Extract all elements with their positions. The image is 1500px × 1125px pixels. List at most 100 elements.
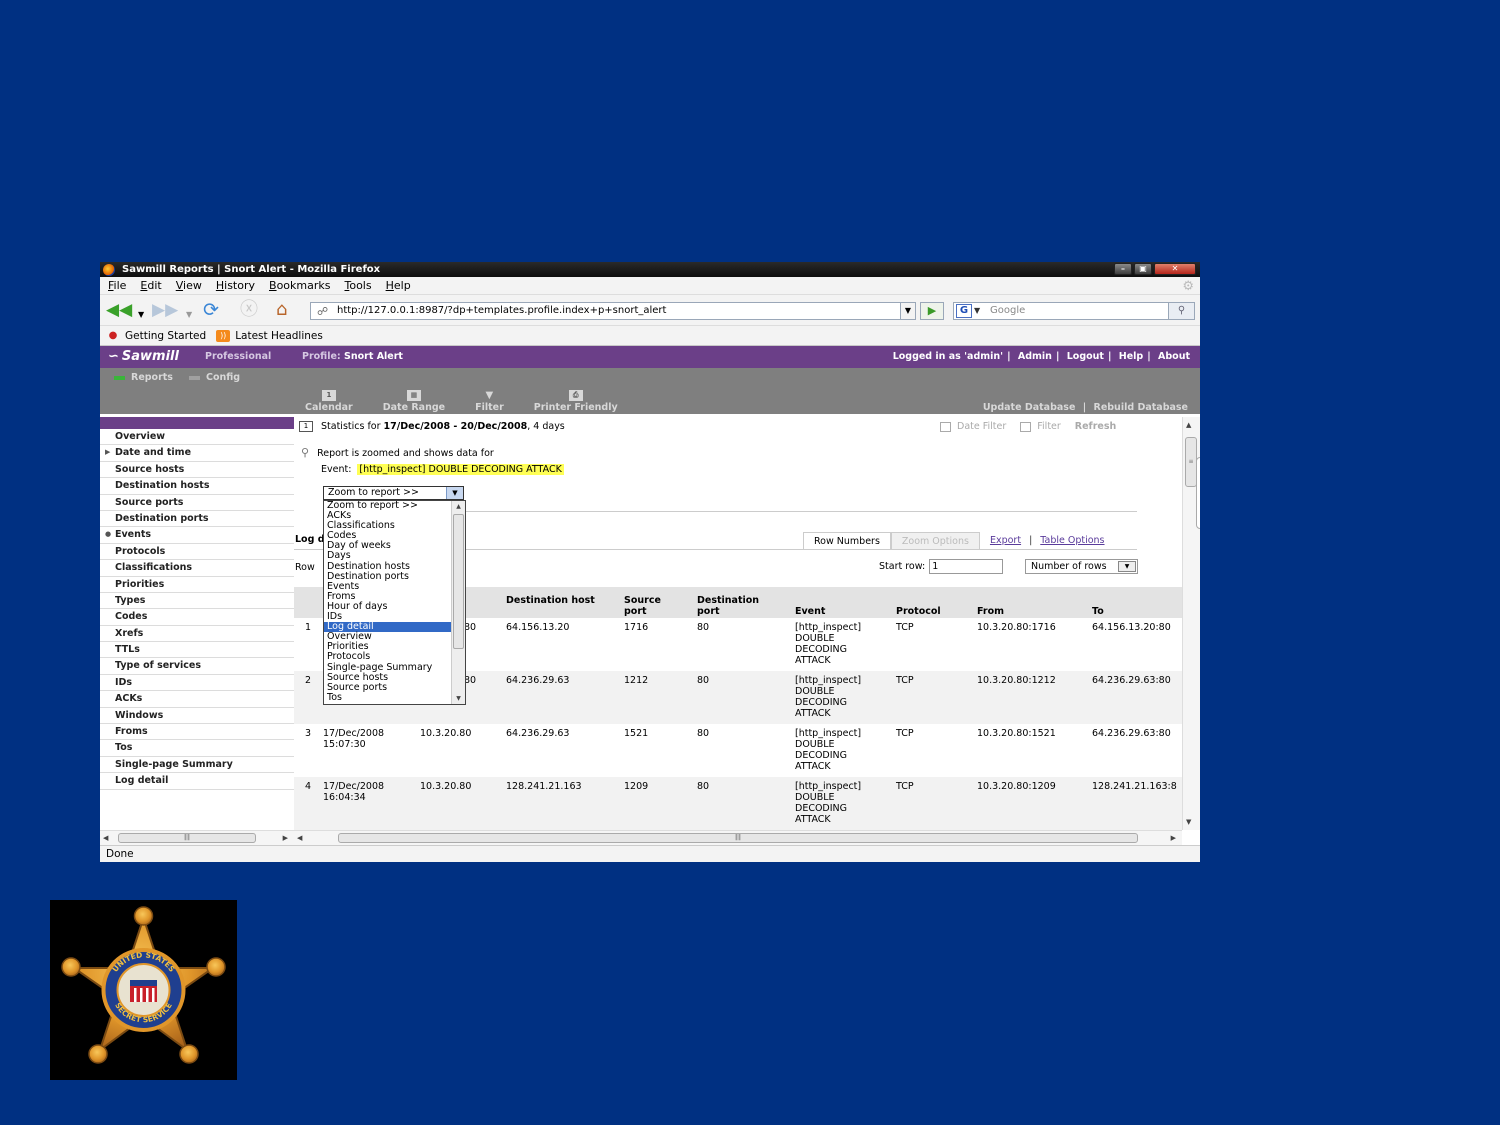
search-input[interactable]: G ▼ Google ⚲	[953, 302, 1195, 320]
scroll-right-icon[interactable]: ▶	[283, 834, 288, 842]
scroll-up-icon[interactable]: ▲	[1186, 421, 1191, 429]
search-icon[interactable]: ⚲	[1168, 303, 1194, 319]
update-database-link[interactable]: Update Database	[983, 402, 1076, 413]
sidebar-item-destination-hosts[interactable]: Destination hosts	[100, 478, 294, 495]
scroll-right-icon[interactable]: ▶	[1171, 834, 1176, 842]
tab-config[interactable]: Config	[188, 372, 240, 383]
scroll-down-icon[interactable]: ▼	[1186, 818, 1191, 826]
sidebar-item-destination-ports[interactable]: Destination ports	[100, 511, 294, 528]
back-history-dropdown-icon[interactable]: ▼	[138, 306, 144, 324]
sidebar-item-single-page-summary[interactable]: Single-page Summary	[100, 757, 294, 774]
sidebar-item-source-ports[interactable]: Source ports	[100, 495, 294, 511]
menu-history[interactable]: History	[216, 279, 255, 292]
engine-dropdown-icon[interactable]: ▼	[974, 303, 980, 319]
filter-checkbox[interactable]	[1020, 421, 1032, 432]
content-scroll-thumb[interactable]: ‖‖	[338, 833, 1138, 843]
zoom-option[interactable]: Source ports	[324, 682, 451, 693]
column-event[interactable]: Event	[795, 606, 825, 617]
go-arrow-icon[interactable]: ▶	[920, 302, 944, 320]
logout-link[interactable]: Logout	[1067, 351, 1104, 362]
zoom-select[interactable]: Zoom to report >> ▼	[323, 486, 464, 500]
menu-help[interactable]: Help	[386, 279, 411, 292]
filter-button[interactable]: ▼ Filter	[475, 390, 504, 413]
column-source-port[interactable]: Source port	[624, 595, 674, 617]
page-vertical-scrollbar[interactable]: ▲ ≡ ▼	[1182, 417, 1200, 830]
sidebar-item-ttls[interactable]: TTLs	[100, 642, 294, 659]
scroll-down-icon[interactable]: ▼	[452, 693, 465, 704]
stop-icon[interactable]: ⓧ	[240, 301, 258, 319]
menu-file[interactable]: File	[108, 279, 126, 292]
url-history-dropdown-icon[interactable]: ▼	[900, 302, 916, 320]
rebuild-database-link[interactable]: Rebuild Database	[1094, 402, 1189, 413]
column-to[interactable]: To	[1092, 606, 1104, 617]
sidebar-item-protocols[interactable]: Protocols	[100, 544, 294, 561]
sidebar-horizontal-scrollbar[interactable]: ◀ ‖‖ ▶	[100, 830, 294, 845]
sidebar-item-acks[interactable]: ACKs	[100, 691, 294, 708]
menu-tools[interactable]: Tools	[344, 279, 371, 292]
sidebar-item-type-of-services[interactable]: Type of services	[100, 658, 294, 675]
reload-icon[interactable]: ⟳	[203, 301, 219, 320]
tab-row-numbers[interactable]: Row Numbers	[803, 532, 891, 549]
sidebar-item-tos[interactable]: Tos	[100, 740, 294, 757]
sidebar-item-log-detail[interactable]: Log detail	[100, 773, 294, 790]
table-options-link[interactable]: Table Options	[1040, 535, 1104, 546]
column-from[interactable]: From	[977, 606, 1004, 617]
date-range-button[interactable]: ▦ Date Range	[383, 390, 445, 413]
forward-history-dropdown-icon[interactable]: ▼	[186, 306, 192, 324]
back-arrow-icon[interactable]: ◀◀	[106, 301, 132, 319]
forward-arrow-icon[interactable]: ▶▶	[152, 301, 178, 319]
refresh-button[interactable]: Refresh	[1075, 421, 1116, 432]
menu-view[interactable]: View	[176, 279, 202, 292]
start-row-input[interactable]: 1	[929, 559, 1004, 574]
sidebar-item-date-and-time[interactable]: ▶ Date and time	[100, 445, 294, 462]
table-row[interactable]: 3 17/Dec/2008 10.3.20.80 64.236.29.63 1521 80…	[294, 724, 1182, 777]
column-destination-host[interactable]: Destination host	[506, 595, 596, 606]
scroll-up-icon[interactable]: ▲	[452, 501, 465, 512]
number-of-rows-select[interactable]: Number of rows ▼	[1025, 559, 1138, 574]
sidebar-item-xrefs[interactable]: Xrefs	[100, 626, 294, 643]
dropdown-scrollbar[interactable]: ▲ ▼	[451, 501, 465, 704]
sidebar-item-priorities[interactable]: Priorities	[100, 577, 294, 593]
menu-edit[interactable]: Edit	[140, 279, 161, 292]
sidebar-scroll-thumb[interactable]: ‖‖	[118, 833, 256, 843]
scroll-left-icon[interactable]: ◀	[297, 834, 302, 842]
sidebar-item-source-hosts[interactable]: Source hosts	[100, 462, 294, 479]
admin-link[interactable]: Admin	[1018, 351, 1052, 362]
help-link[interactable]: Help	[1119, 351, 1143, 362]
sawmill-logo[interactable]: ∽ Sawmill	[108, 346, 179, 368]
sidebar-item-classifications[interactable]: Classifications	[100, 560, 294, 577]
zoom-option[interactable]: Tos	[324, 692, 451, 703]
calendar-button[interactable]: 1 Calendar	[305, 390, 353, 413]
home-icon[interactable]: ⌂	[276, 301, 287, 319]
content-horizontal-scrollbar[interactable]: ◀ ‖‖ ▶	[294, 830, 1182, 845]
sidebar-item-codes[interactable]: Codes	[100, 609, 294, 626]
chevron-down-icon[interactable]: ▼	[446, 487, 463, 499]
about-link[interactable]: About	[1158, 351, 1190, 362]
sidebar-item-events[interactable]: ● Events	[100, 527, 294, 544]
scroll-left-icon[interactable]: ◀	[103, 834, 108, 842]
scroll-thumb[interactable]	[453, 514, 464, 649]
sidebar-item-ids[interactable]: IDs	[100, 675, 294, 692]
column-protocol[interactable]: Protocol	[896, 606, 941, 617]
chevron-down-icon[interactable]: ▼	[1118, 561, 1136, 572]
google-engine-icon[interactable]: G	[956, 304, 972, 318]
url-bar[interactable]: ☍ http://127.0.0.1:8987/?dp+templates.pr…	[310, 302, 915, 320]
close-button[interactable]: ✕	[1154, 263, 1196, 275]
tab-reports[interactable]: Reports	[114, 372, 173, 383]
column-destination-port[interactable]: Destination port	[697, 595, 777, 617]
export-link[interactable]: Export	[990, 535, 1021, 546]
date-filter-checkbox[interactable]	[940, 421, 951, 432]
zoom-dropdown-list[interactable]: Zoom to report >> ACKs Classifications Code…	[323, 500, 466, 705]
bookmark-latest-headlines[interactable]: )) Latest Headlines	[216, 329, 323, 342]
tab-zoom-options[interactable]: Zoom Options	[890, 532, 980, 549]
maximize-button[interactable]: ▣	[1134, 263, 1152, 275]
printer-friendly-button[interactable]: ⎙ Printer Friendly	[534, 390, 618, 413]
minimize-button[interactable]: –	[1114, 263, 1132, 275]
table-row[interactable]: 4 17/Dec/2008 10.3.20.80 128.241.21.163 1209…	[294, 777, 1182, 830]
bookmark-getting-started[interactable]: ● Getting Started	[106, 330, 207, 342]
sidebar-item-windows[interactable]: Windows	[100, 708, 294, 725]
sidebar-item-types[interactable]: Types	[100, 593, 294, 610]
menu-bookmarks[interactable]: Bookmarks	[269, 279, 330, 292]
zoom-option[interactable]: Hour of days	[324, 601, 451, 612]
sidebar-item-froms[interactable]: Froms	[100, 724, 294, 741]
